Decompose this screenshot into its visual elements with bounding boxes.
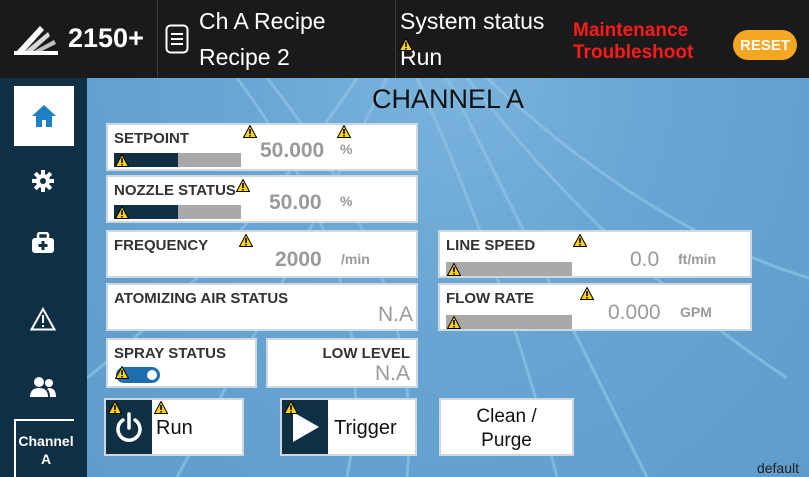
low-level-label: LOW LEVEL [322, 345, 411, 362]
flow-rate-bar [446, 315, 572, 329]
channel-selector[interactable]: Channel A [14, 419, 74, 477]
page-title: CHANNEL A [371, 84, 525, 114]
alert-maintenance: Maintenance [573, 20, 689, 41]
line-speed-bar [446, 262, 572, 276]
flow-rate-value: 0.000 [608, 301, 661, 324]
system-status-title: System status [400, 8, 545, 34]
line-speed-bar-warning-icon [447, 263, 461, 276]
frequency-warning-icon [239, 234, 253, 247]
reset-button[interactable]: RESET [733, 30, 797, 60]
frequency-label: FREQUENCY [114, 237, 209, 254]
flow-rate-label: FLOW RATE [446, 290, 535, 307]
gear-icon [32, 170, 54, 192]
model-number: 2150+ [68, 23, 144, 53]
setpoint-value: 50.000 [260, 139, 325, 162]
power-icon [116, 412, 142, 442]
spray-status-warning-icon [115, 366, 129, 379]
recipe-cell[interactable]: Ch A Recipe Recipe 2 [157, 0, 396, 78]
nozzle-status-warning-icon [236, 179, 250, 192]
sidebar-item-alarms[interactable] [14, 294, 72, 344]
setpoint-unit: % [340, 141, 353, 157]
users-icon [30, 377, 56, 397]
clean-purge-line2: Purge [481, 430, 532, 451]
line-speed-panel[interactable]: LINE SPEED 0.0 ft/min [438, 230, 752, 278]
model-cell: 2150+ [0, 0, 158, 78]
sidebar-item-home[interactable] [14, 86, 74, 146]
setpoint-unit-warning-icon [337, 125, 351, 138]
line-speed-label: LINE SPEED [446, 237, 536, 254]
nozzle-status-label: NOZZLE STATUS [114, 182, 236, 199]
run-label: Run [156, 417, 193, 439]
flow-rate-panel[interactable]: FLOW RATE 0.000 GPM [438, 283, 752, 331]
maintenance-alert[interactable]: Maintenance Troubleshoot [573, 20, 723, 64]
atomizing-air-value: N.A [378, 303, 414, 326]
top-bar: 2150+ Ch A Recipe Recipe 2 System status… [0, 0, 809, 78]
spray-toggle-knob [147, 370, 157, 380]
spray-status-panel[interactable]: SPRAY STATUS [106, 338, 257, 388]
low-level-value: N.A [374, 362, 410, 385]
main-area: CHANNEL A SETPOINT 50.000 % NOZZLE STATU… [87, 78, 809, 477]
channel-label: Channel [18, 433, 74, 449]
line-speed-warning-icon [573, 234, 587, 247]
recipe-document-icon [165, 24, 189, 54]
trigger-warning-icon [284, 401, 298, 414]
channel-letter: A [40, 451, 52, 467]
setpoint-bar [114, 153, 241, 167]
clean-purge-button[interactable]: Clean / Purge [439, 398, 574, 456]
flow-rate-warning-icon [580, 287, 594, 300]
run-warning-icon-2 [154, 401, 168, 414]
line-speed-value: 0.0 [630, 248, 660, 271]
clean-purge-line1: Clean / [476, 406, 537, 427]
setpoint-panel[interactable]: SETPOINT 50.000 % [106, 123, 418, 171]
frequency-panel[interactable]: FREQUENCY 2000 /min [106, 230, 418, 278]
toolbox-icon [32, 232, 54, 253]
reset-label: RESET [739, 36, 790, 54]
nozzle-status-panel[interactable]: NOZZLE STATUS 50.00 % [106, 175, 418, 223]
nozzle-status-value: 50.00 [269, 191, 322, 214]
setpoint-warning-icon [243, 125, 257, 138]
nozzle-status-unit: % [340, 193, 353, 209]
frequency-unit: /min [341, 251, 370, 267]
home-icon [32, 105, 56, 127]
recipe-name: Recipe 2 [199, 44, 290, 70]
status-warning-icon [399, 38, 413, 51]
machine-logo-icon [14, 26, 58, 55]
trigger-button[interactable]: Trigger [280, 398, 417, 456]
warning-icon [30, 307, 56, 331]
frequency-value: 2000 [275, 248, 322, 271]
flow-rate-bar-warning-icon [447, 316, 461, 329]
line-speed-unit: ft/min [678, 251, 717, 267]
nozzle-status-bar [114, 205, 241, 219]
play-icon [293, 412, 319, 442]
footer-default: default [756, 460, 799, 476]
trigger-label: Trigger [334, 417, 397, 439]
atomizing-air-label: ATOMIZING AIR STATUS [114, 290, 289, 307]
flow-rate-unit: GPM [680, 304, 712, 320]
setpoint-label: SETPOINT [114, 130, 190, 147]
sidebar: Channel A [0, 78, 87, 477]
run-button[interactable]: Run [104, 398, 244, 456]
setpoint-bar-warning-icon [115, 154, 129, 167]
sidebar-item-settings[interactable] [14, 156, 72, 206]
recipe-title: Ch A Recipe [199, 8, 326, 34]
sidebar-item-toolbox[interactable] [14, 218, 72, 268]
system-status-cell[interactable]: System status Run [395, 0, 567, 78]
nozzle-bar-warning-icon [115, 206, 129, 219]
low-level-panel[interactable]: LOW LEVEL N.A [266, 338, 418, 388]
spray-status-label: SPRAY STATUS [114, 345, 226, 362]
alert-troubleshoot: Troubleshoot [573, 42, 694, 63]
sidebar-item-users[interactable] [14, 362, 72, 412]
run-warning-icon [108, 401, 122, 414]
atomizing-air-panel[interactable]: ATOMIZING AIR STATUS N.A [106, 283, 418, 331]
